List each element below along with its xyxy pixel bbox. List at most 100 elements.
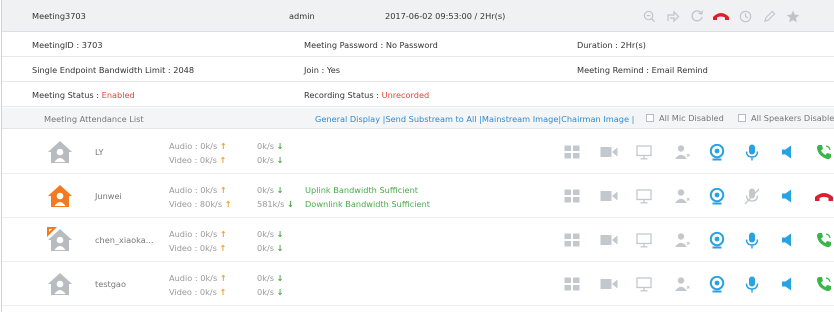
camera-lens-icon[interactable] (707, 230, 727, 250)
title-bar-actions (640, 7, 808, 25)
hangup-icon[interactable] (814, 186, 834, 206)
audio-in-value: 0k/s (257, 229, 274, 239)
zoom-out-icon[interactable] (640, 7, 658, 25)
video-out-value: Video : 80k/s (169, 199, 223, 209)
audio-out-rate: Audio : 0k/s ↑ (169, 185, 227, 195)
recording-status-value: Unrecorded (381, 90, 430, 100)
microphone-icon[interactable] (742, 142, 762, 162)
participant-name: chen_xiaoka... (95, 235, 154, 245)
camera-icon[interactable] (599, 274, 619, 294)
call-icon[interactable] (814, 142, 834, 162)
layout-grid-icon[interactable] (562, 186, 582, 206)
speaker-icon[interactable] (778, 230, 798, 250)
checkbox-box[interactable] (738, 114, 746, 122)
camera-icon[interactable] (599, 230, 619, 250)
info-row: Meeting Status : Enabled Recording Statu… (2, 82, 834, 107)
video-in-value: 0k/s (257, 155, 274, 165)
all-mic-disabled-checkbox[interactable]: All Mic Disabled (646, 113, 724, 123)
share-icon[interactable] (664, 7, 682, 25)
participant-avatar (47, 271, 73, 297)
chairman-image-link[interactable]: Chairman Image (561, 114, 629, 124)
user-speaker-icon[interactable] (672, 274, 692, 294)
participant-name: testgao (95, 279, 126, 289)
download-arrow-icon: ↓ (287, 199, 294, 209)
microphone-icon[interactable] (742, 274, 762, 294)
speaker-icon[interactable] (778, 274, 798, 294)
camera-icon[interactable] (599, 186, 619, 206)
download-arrow-icon: ↓ (276, 273, 284, 283)
monitor-icon[interactable] (634, 274, 654, 294)
all-speakers-disabled-checkbox[interactable]: All Speakers Disabled (738, 113, 834, 123)
layout-grid-icon[interactable] (562, 230, 582, 250)
monitor-icon[interactable] (634, 186, 654, 206)
video-in-value: 581k/s (257, 199, 285, 209)
audio-out-rate: Audio : 0k/s ↑ (169, 141, 227, 151)
audio-in-rate: 0k/s ↓ (257, 185, 283, 195)
audio-in-value: 0k/s (257, 273, 274, 283)
clock-icon[interactable] (736, 7, 754, 25)
refresh-icon[interactable] (688, 7, 706, 25)
download-arrow-icon: ↓ (276, 185, 284, 195)
video-out-value: Video : 0k/s (169, 287, 217, 297)
call-icon[interactable] (814, 230, 834, 250)
audio-in-value: 0k/s (257, 141, 274, 151)
display-mode-links: General Display |Send Substream to All |… (315, 114, 634, 124)
video-out-rate: Video : 0k/s ↑ (169, 287, 226, 297)
audio-out-value: Audio : 0k/s (169, 185, 218, 195)
speaker-icon[interactable] (778, 142, 798, 162)
info-row: Single Endpoint Bandwidth Limit : 2048 J… (2, 57, 834, 82)
checkbox-box[interactable] (646, 114, 654, 122)
hangup-all-icon[interactable] (712, 7, 730, 25)
camera-lens-icon[interactable] (707, 186, 727, 206)
upload-arrow-icon: ↑ (219, 287, 227, 297)
send-substream-link[interactable]: Send Substream to All (385, 114, 476, 124)
upload-arrow-icon: ↑ (224, 199, 232, 209)
layout-grid-icon[interactable] (562, 274, 582, 294)
participant-name: Junwei (95, 191, 122, 201)
info-row: MeetingID : 3703 Meeting Password : No P… (2, 32, 834, 57)
audio-out-rate: Audio : 0k/s ↑ (169, 273, 227, 283)
video-out-rate: Video : 80k/s ↑ (169, 199, 232, 209)
uplink-status: Uplink Bandwidth Sufficient (305, 185, 418, 195)
microphone-muted-icon[interactable] (742, 186, 762, 206)
participant-row: LY Audio : 0k/s ↑ Video : 0k/s ↑ 0k/s ↓ 0k/s… (2, 130, 834, 174)
upload-arrow-icon: ↑ (219, 155, 227, 165)
video-out-rate: Video : 0k/s ↑ (169, 243, 226, 253)
join-setting: Join : Yes (304, 65, 341, 75)
video-in-value: 0k/s (257, 287, 274, 297)
upload-arrow-icon: ↑ (219, 243, 227, 253)
video-in-value: 0k/s (257, 243, 274, 253)
upload-arrow-icon: ↑ (219, 141, 227, 151)
participant-name: LY (95, 147, 104, 157)
edit-icon[interactable] (760, 7, 778, 25)
audio-out-value: Audio : 0k/s (169, 141, 218, 151)
call-icon[interactable] (814, 274, 834, 294)
video-in-rate: 0k/s ↓ (257, 155, 283, 165)
video-in-rate: 0k/s ↓ (257, 243, 283, 253)
general-display-link[interactable]: General Display (315, 114, 380, 124)
monitor-icon[interactable] (634, 230, 654, 250)
participant-row: chen_xiaoka... Audio : 0k/s ↑ Video : 0k/s… (2, 218, 834, 262)
user-speaker-icon[interactable] (672, 186, 692, 206)
star-icon[interactable] (784, 7, 802, 25)
audio-in-value: 0k/s (257, 185, 274, 195)
layout-grid-icon[interactable] (562, 142, 582, 162)
camera-lens-icon[interactable] (707, 274, 727, 294)
user-speaker-icon[interactable] (672, 142, 692, 162)
microphone-icon[interactable] (742, 230, 762, 250)
participant-row: Junwei Audio : 0k/s ↑ Video : 80k/s ↑ 0k/s … (2, 174, 834, 218)
audio-in-rate: 0k/s ↓ (257, 273, 283, 283)
camera-lens-icon[interactable] (707, 142, 727, 162)
meeting-duration: Duration : 2Hr(s) (577, 40, 646, 50)
participant-avatar (47, 183, 73, 209)
user-speaker-icon[interactable] (672, 230, 692, 250)
all-speakers-disabled-label: All Speakers Disabled (751, 113, 834, 123)
mainstream-image-link[interactable]: Mainstream Image (482, 114, 558, 124)
download-arrow-icon: ↓ (276, 141, 284, 151)
title-bar: Meeting3703 admin 2017-06-02 09:53:00 / … (2, 0, 834, 32)
speaker-icon[interactable] (778, 186, 798, 206)
camera-icon[interactable] (599, 142, 619, 162)
downlink-status: Downlink Bandwidth Sufficient (305, 199, 430, 209)
monitor-icon[interactable] (634, 142, 654, 162)
video-out-rate: Video : 0k/s ↑ (169, 155, 226, 165)
